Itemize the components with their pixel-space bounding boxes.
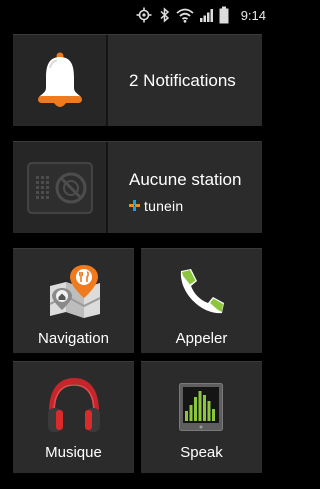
call-label: Appeler (175, 330, 228, 347)
tunein-logo: tunein (129, 198, 183, 214)
map-icon (46, 264, 104, 325)
tunein-brand: tunein (144, 198, 184, 214)
notifications-label: 2 Notifications (129, 71, 236, 90)
battery-icon (219, 0, 229, 30)
music-label: Musique (45, 444, 102, 461)
bell-icon (36, 51, 84, 116)
equalizer-icon (179, 383, 223, 436)
wifi-icon (176, 0, 194, 30)
bluetooth-icon (159, 0, 171, 30)
music-tile[interactable]: Musique (13, 361, 134, 473)
navigation-label: Navigation (38, 330, 109, 347)
phone-icon (177, 267, 225, 322)
radio-icon (27, 162, 93, 219)
clock: 9:14 (240, 8, 266, 23)
notifications-icon-pane (13, 35, 106, 126)
call-tile[interactable]: Appeler (141, 248, 262, 353)
headphones-icon (47, 377, 101, 441)
navigation-tile[interactable]: Navigation (13, 248, 134, 353)
status-bar: 9:14 (0, 0, 275, 30)
radio-tile[interactable]: Aucune station tunein (13, 141, 262, 233)
gps-icon (136, 0, 152, 30)
notifications-tile[interactable]: 2 Notifications (13, 34, 262, 126)
signal-icon (199, 0, 215, 30)
speak-tile[interactable]: Speak (141, 361, 262, 473)
tunein-plus-icon (129, 198, 140, 214)
radio-icon-pane (13, 142, 106, 233)
station-label: Aucune station (129, 170, 242, 189)
speak-label: Speak (180, 444, 223, 461)
